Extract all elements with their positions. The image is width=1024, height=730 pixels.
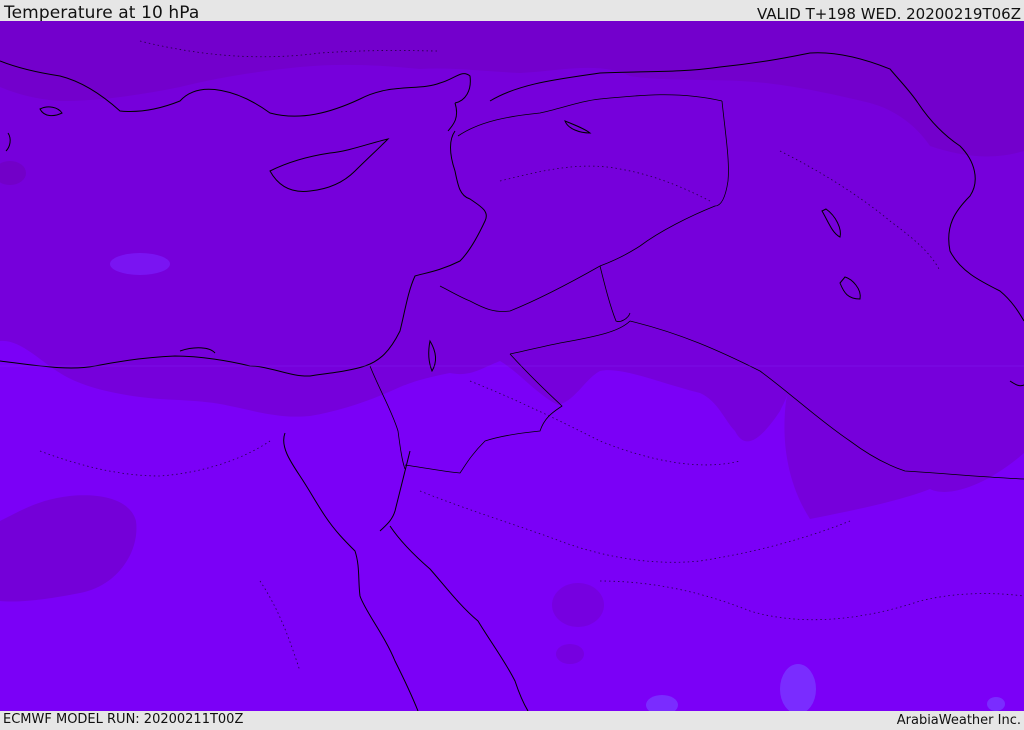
- model-run-label: ECMWF MODEL RUN: 20200211T00Z: [3, 712, 244, 727]
- weather-map: [0, 21, 1024, 711]
- top-bar: Temperature at 10 hPa VALID T+198 WED. 2…: [0, 0, 1024, 23]
- map-title: Temperature at 10 hPa: [4, 3, 200, 23]
- warm-patch-small: [556, 644, 584, 664]
- warm-patch-south: [552, 583, 604, 627]
- credit-label: ArabiaWeather Inc.: [896, 713, 1021, 728]
- cool-patch-east: [987, 697, 1005, 711]
- map-canvas: [0, 21, 1024, 711]
- bottom-bar: ECMWF MODEL RUN: 20200211T00Z ArabiaWeat…: [0, 711, 1024, 729]
- cool-patch-north: [110, 253, 170, 275]
